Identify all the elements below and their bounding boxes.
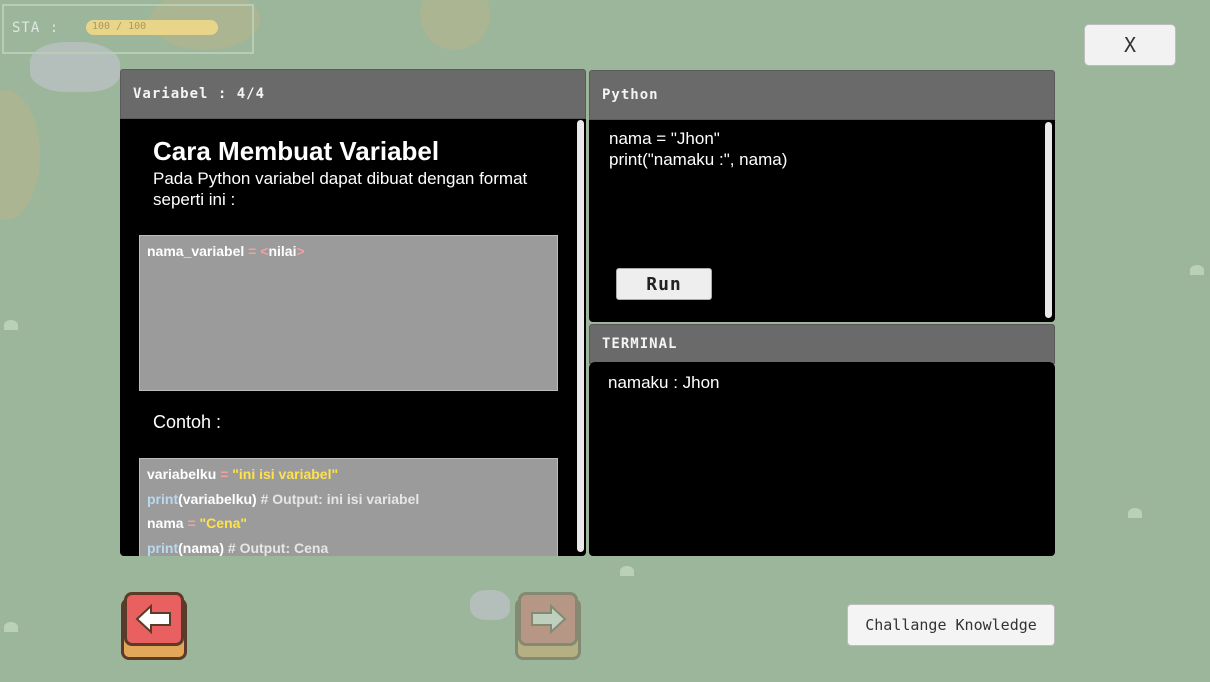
example-label: Contoh :	[153, 412, 222, 432]
editor-header: Python	[589, 70, 1055, 120]
lesson-scrollbar[interactable]	[577, 120, 584, 552]
lesson-header: Variabel : 4/4	[120, 69, 586, 119]
lesson-title: Cara Membuat Variabel	[153, 136, 440, 166]
rock-decoration	[470, 590, 510, 620]
example-operator: =	[216, 466, 233, 482]
syntax-gt: >	[296, 243, 305, 259]
arrow-right-icon	[518, 592, 578, 646]
grass-decoration	[4, 622, 18, 632]
syntax-codebox: nama_variabel = <nilai>	[139, 235, 558, 391]
syntax-name: nama_variabel	[147, 243, 245, 259]
example-args: (nama)	[178, 539, 225, 556]
tree-decoration	[420, 0, 490, 50]
stamina-value: 100 / 100	[92, 21, 147, 32]
stamina-label: STA :	[12, 20, 60, 36]
run-button[interactable]: Run	[616, 268, 712, 300]
grass-decoration	[1190, 265, 1204, 275]
arrow-left-icon	[124, 592, 184, 646]
close-button[interactable]: X	[1084, 24, 1176, 66]
example-string: "ini isi variabel"	[232, 466, 339, 482]
terminal-output: namaku : Jhon	[608, 373, 720, 392]
editor-scrollbar[interactable]	[1045, 122, 1052, 318]
example-operator: =	[183, 515, 200, 531]
previous-button[interactable]	[119, 590, 189, 660]
grass-decoration	[1128, 508, 1142, 518]
example-codebox: variabelku = "ini isi variabel" print(va…	[139, 458, 558, 556]
syntax-operator: =	[244, 243, 261, 259]
code-editor-text[interactable]: nama = "Jhon" print("namaku :", nama)	[609, 128, 787, 170]
tree-decoration	[0, 90, 40, 220]
grass-decoration	[4, 320, 18, 330]
example-comment: # Output: Cena	[224, 539, 329, 556]
next-button[interactable]	[513, 590, 583, 660]
syntax-value: nilai	[268, 243, 297, 259]
example-args: (variabelku)	[178, 490, 257, 507]
example-var: variabelku	[147, 466, 217, 482]
example-string: "Cena"	[199, 515, 248, 531]
stamina-hud: STA : 100 / 100	[2, 4, 254, 54]
example-var: nama	[147, 515, 184, 531]
example-comment: # Output: ini isi variabel	[256, 490, 420, 507]
challenge-knowledge-button[interactable]: Challange Knowledge	[847, 604, 1055, 646]
lesson-description: Pada Python variabel dapat dibuat dengan…	[153, 169, 528, 209]
grass-decoration	[620, 566, 634, 576]
terminal-header: TERMINAL	[589, 324, 1055, 364]
example-builtin: print	[147, 490, 179, 507]
example-builtin: print	[147, 539, 179, 556]
